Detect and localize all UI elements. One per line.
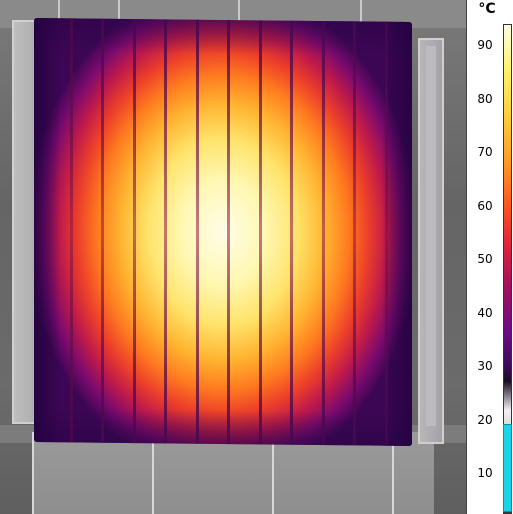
heated-coil <box>34 18 412 446</box>
scale-tick-label: 40 <box>477 305 493 320</box>
coil-groove <box>196 19 199 444</box>
coil-groove <box>322 21 325 446</box>
scale-tick-label: 80 <box>477 91 493 106</box>
right-frame-inner <box>426 46 436 426</box>
coil-groove <box>227 20 230 445</box>
scale-tick-label: 60 <box>477 198 493 213</box>
thermal-image <box>0 0 466 514</box>
scale-tick-label: 30 <box>477 359 493 373</box>
coil-groove <box>133 19 136 444</box>
temperature-marker <box>503 424 512 512</box>
coil-groove <box>164 19 167 444</box>
coil-groove <box>353 21 356 446</box>
bottom-panel <box>32 432 152 514</box>
scale-tick-label: 20 <box>477 412 493 427</box>
coil-groove <box>259 20 262 445</box>
coil-groove <box>101 18 104 443</box>
scale-tick-label: 70 <box>477 145 493 159</box>
coil-groove <box>290 20 293 445</box>
scale-tick-label: 50 <box>477 252 493 266</box>
coil-groove <box>70 18 73 443</box>
unit-label: °C <box>478 1 496 17</box>
scale-tick-label: 90 <box>477 38 493 52</box>
coil-groove <box>385 21 388 446</box>
scale-tick-label: 10 <box>477 466 493 480</box>
